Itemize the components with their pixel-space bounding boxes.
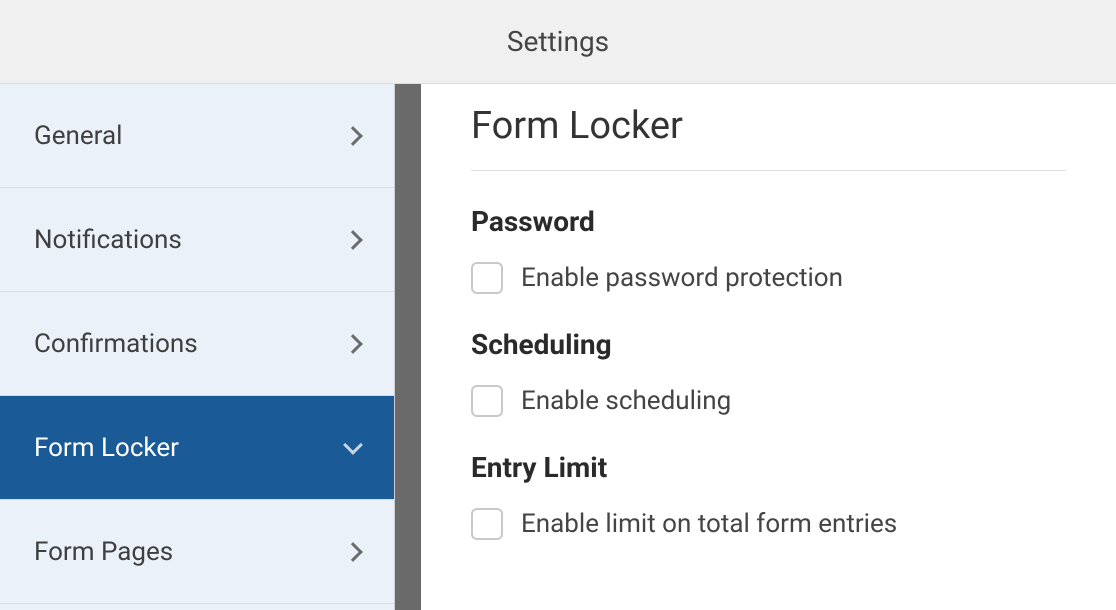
checkbox-row-entry-limit: Enable limit on total form entries (471, 508, 1066, 540)
body-wrap: General Notifications Confirmations Form… (0, 84, 1116, 610)
chevron-right-icon (343, 126, 363, 146)
chevron-right-icon (343, 334, 363, 354)
sidebar-item-notifications[interactable]: Notifications (0, 188, 394, 292)
chevron-right-icon (343, 230, 363, 250)
enable-scheduling-checkbox[interactable] (471, 385, 503, 417)
enable-password-checkbox[interactable] (471, 262, 503, 294)
enable-scheduling-label[interactable]: Enable scheduling (521, 386, 731, 416)
page-title: Form Locker (471, 104, 1066, 171)
section-heading-scheduling: Scheduling (471, 328, 1066, 361)
settings-sidebar: General Notifications Confirmations Form… (0, 84, 395, 610)
enable-entry-limit-checkbox[interactable] (471, 508, 503, 540)
sidebar-item-form-pages[interactable]: Form Pages (0, 500, 394, 604)
section-heading-entry-limit: Entry Limit (471, 451, 1066, 484)
enable-entry-limit-label[interactable]: Enable limit on total form entries (521, 509, 897, 539)
divider-strip (395, 84, 421, 610)
enable-password-label[interactable]: Enable password protection (521, 263, 843, 293)
sidebar-item-label: Notifications (34, 225, 182, 255)
sidebar-item-label: General (34, 121, 122, 151)
sidebar-item-label: Form Pages (34, 537, 173, 567)
checkbox-row-password: Enable password protection (471, 262, 1066, 294)
content-panel: Form Locker Password Enable password pro… (421, 84, 1116, 610)
sidebar-item-general[interactable]: General (0, 84, 394, 188)
section-heading-password: Password (471, 205, 1066, 238)
sidebar-item-label: Confirmations (34, 329, 198, 359)
header-title: Settings (507, 25, 609, 58)
sidebar-item-confirmations[interactable]: Confirmations (0, 292, 394, 396)
chevron-down-icon (343, 435, 363, 455)
sidebar-item-label: Form Locker (34, 433, 179, 463)
checkbox-row-scheduling: Enable scheduling (471, 385, 1066, 417)
sidebar-item-form-locker[interactable]: Form Locker (0, 396, 394, 500)
chevron-right-icon (343, 542, 363, 562)
settings-header: Settings (0, 0, 1116, 84)
